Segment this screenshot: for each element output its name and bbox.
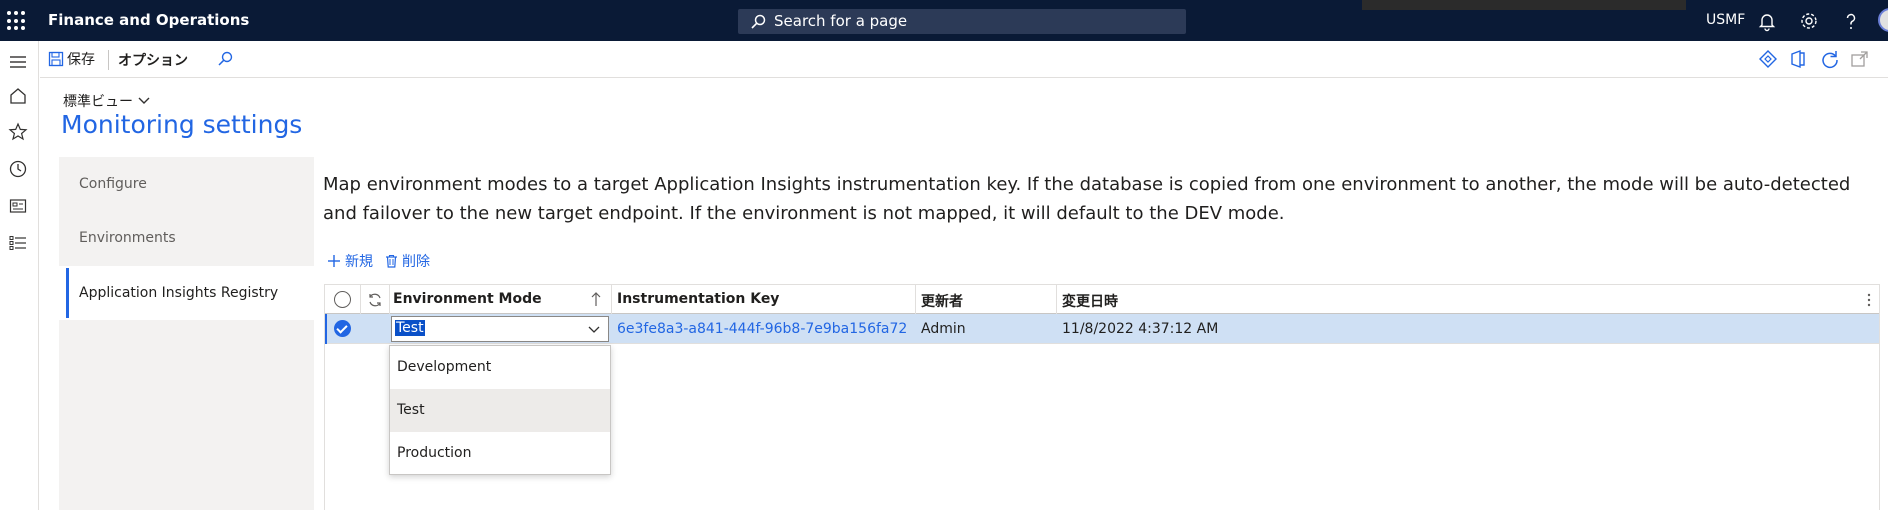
plus-icon	[328, 255, 340, 267]
help-icon[interactable]	[1840, 10, 1862, 32]
search-icon	[751, 14, 766, 29]
page-title: Monitoring settings	[61, 110, 303, 139]
column-divider	[611, 285, 612, 314]
sync-icon[interactable]	[367, 292, 383, 308]
save-icon	[48, 51, 64, 67]
description-text: Map environment modes to a target Applic…	[323, 174, 1851, 224]
tab-configure[interactable]: Configure	[59, 157, 314, 211]
star-icon[interactable]	[8, 122, 28, 142]
column-divider	[389, 285, 390, 314]
environment-mode-select[interactable]: Test	[391, 316, 609, 342]
delete-button[interactable]: 削除	[385, 251, 430, 271]
app-title[interactable]: Finance and Operations	[48, 11, 249, 29]
action-search-icon[interactable]	[216, 50, 234, 68]
more-options-icon[interactable]	[1867, 292, 1871, 308]
column-header-environment-mode[interactable]: Environment Mode	[393, 291, 542, 307]
open-in-new-icon[interactable]	[1850, 49, 1870, 69]
instrumentation-key-cell[interactable]: 6e3fe8a3-a841-444f-96b8-7e9ba156fa72	[617, 321, 907, 337]
left-navigation	[0, 41, 39, 510]
avatar[interactable]	[1878, 8, 1888, 32]
workspace-icon[interactable]	[8, 196, 28, 216]
chevron-down-icon	[138, 97, 150, 104]
company-selector[interactable]: USMF	[1706, 12, 1745, 28]
column-header-modified-date[interactable]: 変更日時	[1062, 291, 1118, 311]
options-button[interactable]: オプション	[118, 50, 188, 70]
column-header-modified-by[interactable]: 更新者	[921, 291, 963, 311]
overlay-strip	[1362, 0, 1686, 10]
column-header-instrumentation-key[interactable]: Instrumentation Key	[617, 291, 779, 307]
modified-date-cell: 11/8/2022 4:37:12 AM	[1062, 321, 1219, 337]
clock-icon[interactable]	[8, 159, 28, 179]
home-icon[interactable]	[8, 86, 28, 106]
column-divider	[1056, 285, 1057, 314]
office-icon[interactable]	[1788, 49, 1808, 69]
bell-icon[interactable]	[1756, 10, 1778, 32]
delete-label: 削除	[402, 254, 430, 270]
environment-mode-value: Test	[395, 320, 425, 336]
row-selection-indicator	[325, 314, 327, 344]
option-test[interactable]: Test	[390, 389, 610, 432]
grid-action-bar: 新規 削除	[327, 251, 430, 271]
hamburger-icon[interactable]	[8, 52, 28, 72]
tab-application-insights-registry[interactable]: Application Insights Registry	[59, 266, 314, 320]
row-checkbox[interactable]	[334, 320, 351, 337]
save-button[interactable]: 保存	[48, 49, 95, 69]
sort-ascending-icon[interactable]	[590, 291, 602, 307]
chevron-down-icon	[588, 326, 600, 333]
diamond-link-icon[interactable]	[1758, 49, 1778, 69]
trash-icon	[386, 254, 397, 268]
select-all-checkbox[interactable]	[334, 291, 351, 308]
gear-icon[interactable]	[1798, 10, 1820, 32]
new-label: 新規	[345, 254, 373, 270]
view-selector-label: 標準ビュー	[63, 94, 133, 110]
option-development[interactable]: Development	[390, 346, 610, 389]
new-button[interactable]: 新規	[327, 251, 373, 271]
option-production[interactable]: Production	[390, 432, 610, 475]
search-placeholder: Search for a page	[774, 12, 908, 30]
action-pane: 保存 オプション	[40, 41, 1888, 78]
column-divider	[360, 285, 361, 314]
tab-environments[interactable]: Environments	[59, 211, 314, 265]
waffle-icon[interactable]	[7, 11, 27, 31]
vertical-tabs: Configure Environments Application Insig…	[59, 157, 314, 510]
table-row[interactable]: Test 6e3fe8a3-a841-444f-96b8-7e9ba156fa7…	[325, 314, 1879, 344]
column-divider	[915, 285, 916, 314]
search-input[interactable]: Search for a page	[738, 9, 1186, 34]
save-label: 保存	[67, 52, 95, 68]
environment-mode-dropdown: Development Test Production	[389, 345, 611, 475]
modified-by-cell: Admin	[921, 321, 966, 337]
modules-list-icon[interactable]	[8, 233, 28, 253]
divider	[108, 50, 109, 70]
top-bar: Finance and Operations Search for a page…	[0, 0, 1888, 41]
view-selector[interactable]: 標準ビュー	[63, 91, 151, 111]
refresh-icon[interactable]	[1820, 49, 1840, 69]
grid-header: Environment Mode Instrumentation Key 更新者…	[325, 285, 1879, 314]
